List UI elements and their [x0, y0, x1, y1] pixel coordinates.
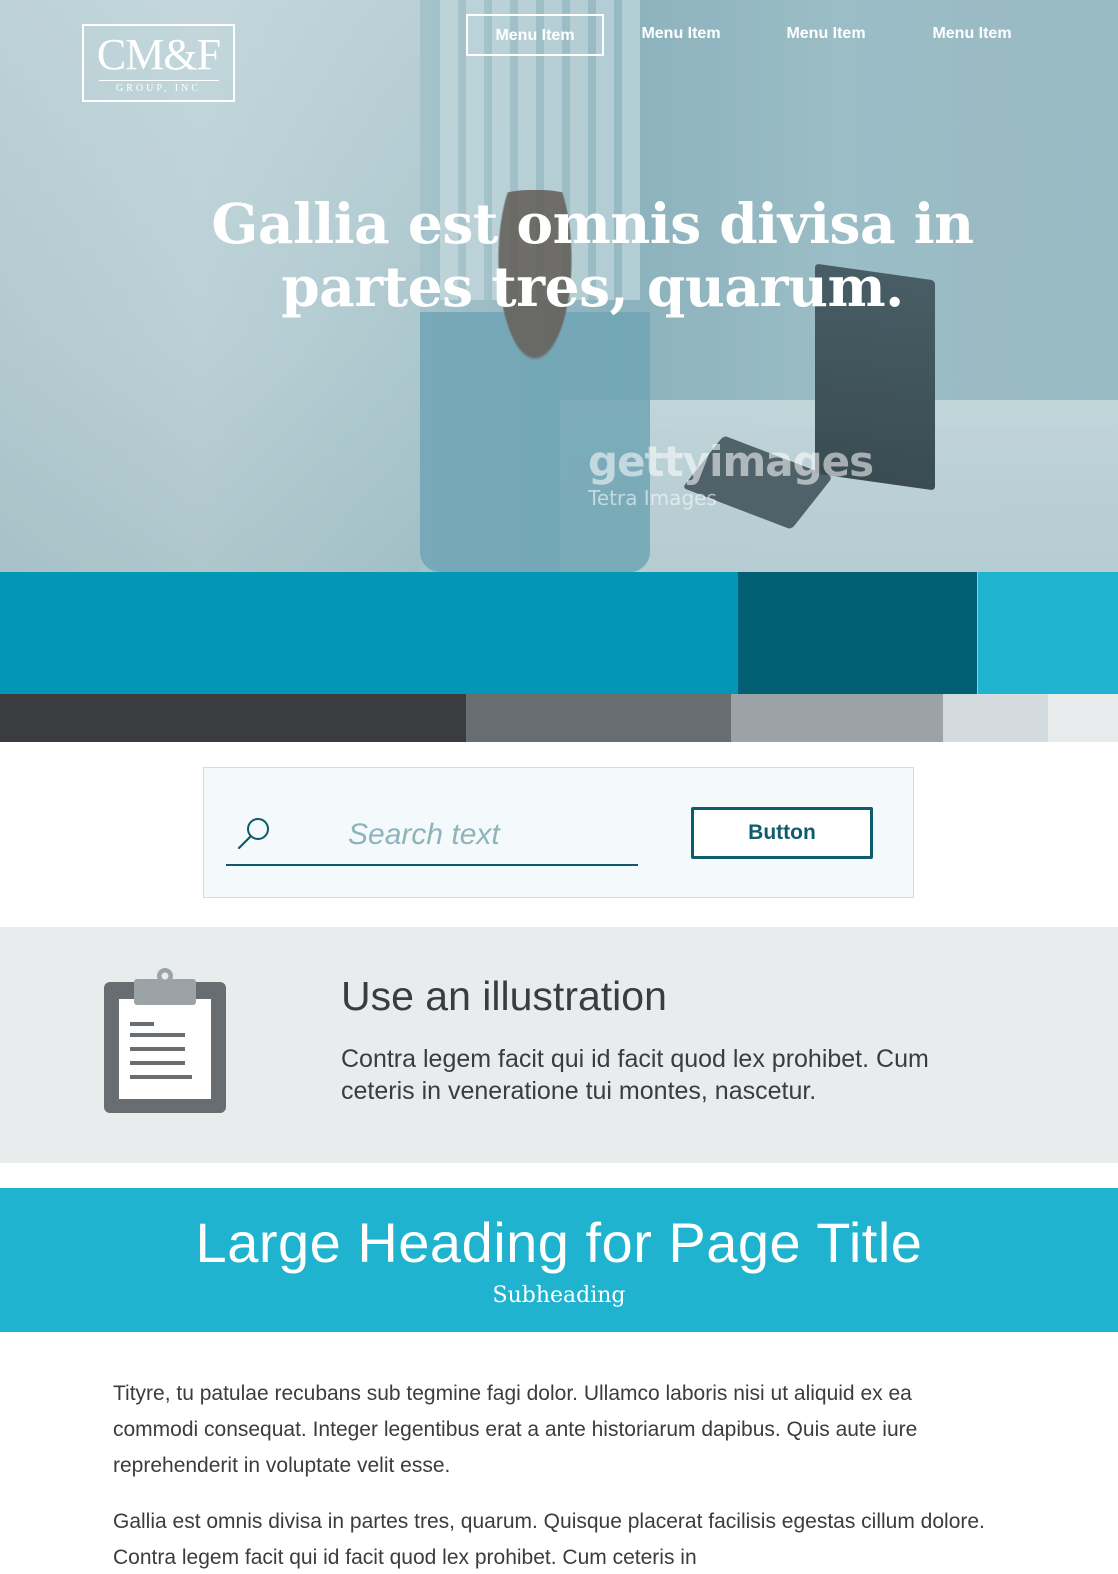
- nav-item-2[interactable]: Menu Item: [612, 14, 750, 56]
- illustration-title: Use an illustration: [341, 973, 667, 1019]
- clipboard-icon: [104, 968, 226, 1113]
- hero-banner: CM&F GROUP, INC Menu Item Menu Item Menu…: [0, 0, 1118, 572]
- page-title: Large Heading for Page Title: [195, 1211, 923, 1274]
- color-strip-1: [0, 694, 466, 742]
- illustration-text: Contra legem facit qui id facit quod lex…: [341, 1045, 929, 1105]
- color-strip-5: [1048, 694, 1118, 742]
- page-title-band: Large Heading for Page Title Subheading: [0, 1188, 1118, 1332]
- watermark-brand: gettyimages: [588, 437, 874, 486]
- page-subheading: Subheading: [492, 1283, 626, 1308]
- logo-mark: CM&F: [96, 30, 221, 79]
- body-paragraph-1: Tityre, tu patulae recubans sub tegmine …: [113, 1382, 918, 1477]
- logo-subtitle: GROUP, INC: [115, 83, 201, 94]
- nav-item-1[interactable]: Menu Item: [466, 14, 604, 56]
- body-paragraph-2: Gallia est omnis divisa in partes tres, …: [113, 1510, 985, 1569]
- color-strip-3: [731, 694, 943, 742]
- logo-rule: [98, 80, 219, 81]
- search-icon[interactable]: [234, 814, 274, 854]
- brand-logo[interactable]: CM&F GROUP, INC: [82, 24, 235, 102]
- search-panel: Button: [203, 767, 914, 898]
- color-band-light: [977, 572, 1118, 694]
- color-strip-4: [943, 694, 1048, 742]
- hero-title: Gallia est omnis divisa in partes tres, …: [211, 191, 974, 319]
- search-button[interactable]: Button: [691, 807, 873, 859]
- color-band-primary: [0, 572, 738, 694]
- watermark-credit: Tetra Images: [588, 486, 717, 510]
- photo-watermark: gettyimages Tetra Images: [588, 437, 874, 511]
- body-copy: Tityre, tu patulae recubans sub tegmine …: [113, 1376, 993, 1574]
- color-strip-2: [466, 694, 731, 742]
- illustration-section: Use an illustration Contra legem facit q…: [0, 927, 1118, 1163]
- nav-item-3[interactable]: Menu Item: [757, 14, 895, 56]
- nav-item-4[interactable]: Menu Item: [903, 14, 1041, 56]
- color-band-dark: [738, 572, 977, 694]
- search-input[interactable]: [226, 806, 638, 866]
